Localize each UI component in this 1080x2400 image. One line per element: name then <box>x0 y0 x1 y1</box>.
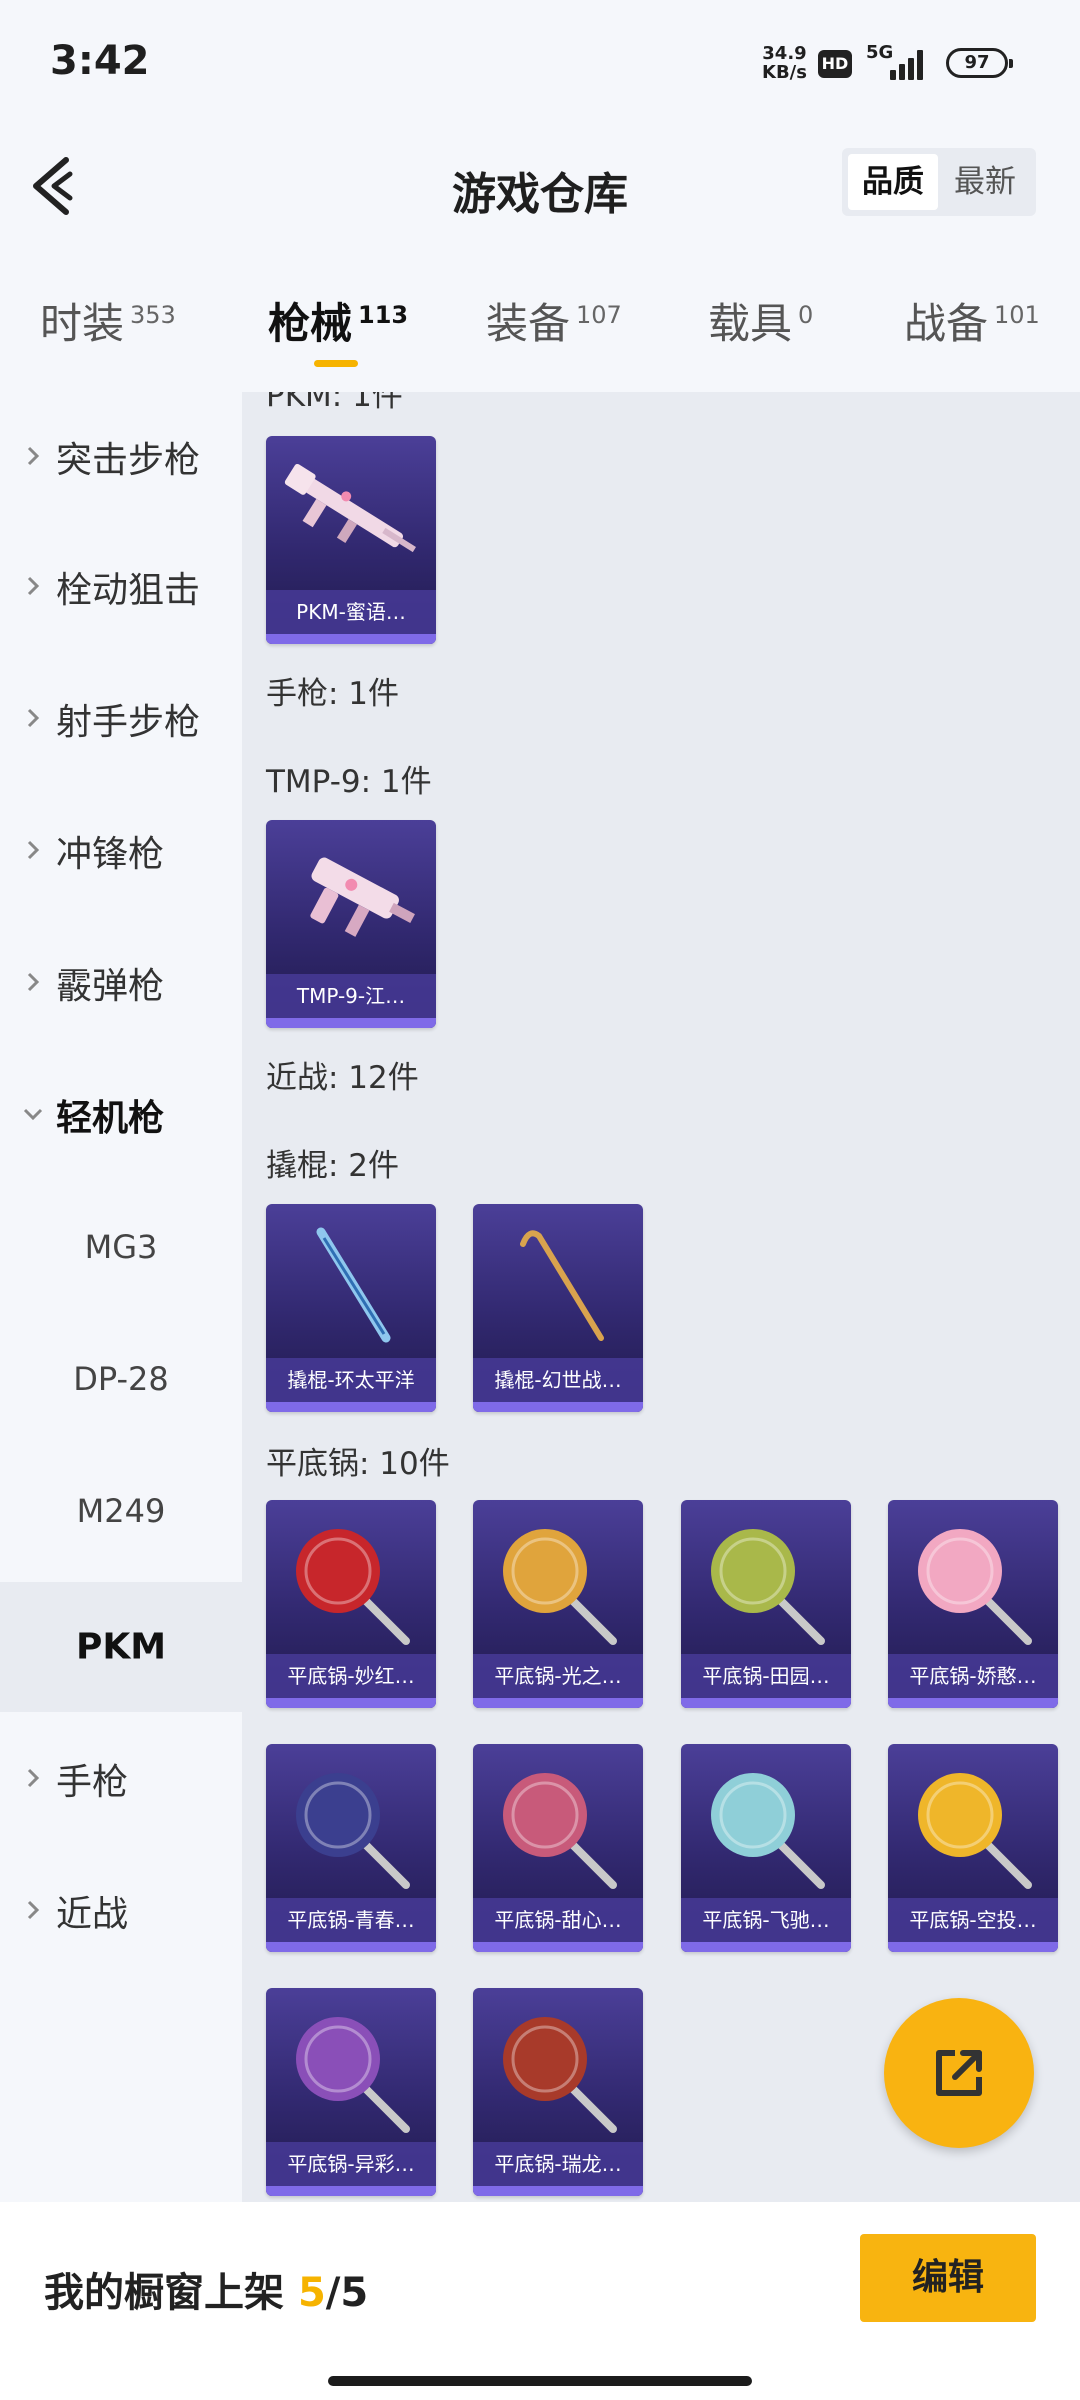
item-card-pan[interactable]: 平底锅-异彩… <box>266 1988 436 2196</box>
pan-image <box>503 2017 617 2133</box>
sidebar-item-shotgun[interactable]: 霰弹枪 <box>0 918 242 1048</box>
crowbar-image <box>520 1230 604 1341</box>
sidebar-subitem-dp28[interactable]: DP-28 <box>0 1314 242 1444</box>
sidebar-subitem-mg3[interactable]: MG3 <box>0 1182 242 1312</box>
chevron-right-icon <box>27 708 40 728</box>
category-tabs: 时装 353 枪械 113 装备 107 载具 0 战备 101 <box>0 262 1080 392</box>
battery-icon: 97 <box>946 48 1013 78</box>
tab-vehicles[interactable]: 载具 0 <box>708 290 813 351</box>
item-card-pan[interactable]: 平底锅-青春… <box>266 1744 436 1952</box>
home-indicator[interactable] <box>328 2376 752 2386</box>
edit-button[interactable]: 编辑 <box>860 2234 1036 2322</box>
chevron-right-icon <box>27 1900 40 1920</box>
chevron-right-icon <box>27 446 40 466</box>
network-speed: 34.9 KB/s <box>762 43 807 83</box>
item-card-pan[interactable]: 平底锅-飞驰… <box>681 1744 851 1952</box>
weapon-category-sidebar: 突击步枪 栓动狙击 射手步枪 冲锋枪 霰弹枪 轻机枪 MG3 DP-28 M24… <box>0 392 242 2202</box>
tab-equipment[interactable]: 装备 107 <box>486 290 622 351</box>
chevron-right-icon <box>27 840 40 860</box>
item-card-crowbar[interactable]: 撬棍-环太平洋 <box>266 1204 436 1412</box>
showcase-total-count: 5 <box>340 2270 369 2316</box>
item-grid: PKM: 1件 PKM-蜜语… 手枪: 1件 TMP-9: 1件 TMP-9-江… <box>242 392 1080 2202</box>
pan-image <box>296 1773 410 1889</box>
tab-guns[interactable]: 枪械 113 <box>268 290 408 351</box>
tmp9-gun-image <box>310 857 415 937</box>
sort-toggle: 品质 最新 <box>842 148 1036 216</box>
sidebar-item-melee[interactable]: 近战 <box>0 1846 242 1976</box>
chevron-down-icon <box>23 1108 43 1121</box>
chevron-right-icon <box>27 1768 40 1788</box>
item-card-pan[interactable]: 平底锅-娇憨… <box>888 1500 1058 1708</box>
sidebar-item-bolt-sniper[interactable]: 栓动狙击 <box>0 522 242 652</box>
item-card-pan[interactable]: 平底锅-田园… <box>681 1500 851 1708</box>
tab-supplies[interactable]: 战备 101 <box>904 290 1040 351</box>
showcase-count-label: 我的橱窗上架 5/5 <box>44 2270 369 2316</box>
sidebar-item-assault-rifle[interactable]: 突击步枪 <box>0 392 242 522</box>
pan-image <box>918 1773 1032 1889</box>
section-title: TMP-9: 1件 <box>266 764 432 800</box>
section-title: 撬棍: 2件 <box>266 1148 400 1184</box>
share-icon <box>936 2050 982 2096</box>
item-card-pan[interactable]: 平底锅-空投… <box>888 1744 1058 1952</box>
sidebar-item-marksman-rifle[interactable]: 射手步枪 <box>0 654 242 784</box>
sort-latest-button[interactable]: 最新 <box>940 154 1030 210</box>
status-time: 3:42 <box>50 38 150 84</box>
chevron-right-icon <box>27 972 40 992</box>
pan-image <box>296 1529 410 1645</box>
item-card-pkm[interactable]: PKM-蜜语… <box>266 436 436 644</box>
sidebar-item-pistol[interactable]: 手枪 <box>0 1714 242 1844</box>
tab-outfits[interactable]: 时装 353 <box>40 290 176 351</box>
showcase-bar: 我的橱窗上架 5/5 编辑 <box>0 2202 1080 2400</box>
hd-badge: HD <box>818 50 852 78</box>
pan-image <box>296 2017 410 2133</box>
item-card-pan[interactable]: 平底锅-妙红… <box>266 1500 436 1708</box>
app-header: 游戏仓库 品质 最新 <box>0 130 1080 250</box>
status-bar: 3:42 34.9 KB/s HD 5G 97 <box>0 0 1080 130</box>
sidebar-subitem-m249[interactable]: M249 <box>0 1446 242 1576</box>
showcase-current-count: 5 <box>297 2270 326 2316</box>
active-tab-indicator <box>314 360 358 367</box>
section-title: PKM: 1件 <box>266 392 403 414</box>
signal-icon <box>890 48 930 80</box>
item-card-pan[interactable]: 平底锅-甜心… <box>473 1744 643 1952</box>
item-card-crowbar[interactable]: 撬棍-幻世战… <box>473 1204 643 1412</box>
sidebar-subitem-pkm[interactable]: PKM <box>0 1582 242 1712</box>
item-card-tmp9[interactable]: TMP-9-江… <box>266 820 436 1028</box>
pan-image <box>503 1773 617 1889</box>
sidebar-item-lmg[interactable]: 轻机枪 <box>0 1050 242 1180</box>
pan-image <box>711 1529 825 1645</box>
share-button[interactable] <box>884 1998 1034 2148</box>
section-title: 近战: 12件 <box>266 1060 419 1096</box>
sidebar-item-smg[interactable]: 冲锋枪 <box>0 786 242 916</box>
pan-image <box>918 1529 1032 1645</box>
crowbar-image <box>316 1227 391 1343</box>
item-card-pan[interactable]: 平底锅-光之… <box>473 1500 643 1708</box>
chevron-right-icon <box>27 576 40 596</box>
pan-image <box>711 1773 825 1889</box>
pan-image <box>503 1529 617 1645</box>
section-title: 平底锅: 10件 <box>266 1446 450 1482</box>
section-title: 手枪: 1件 <box>266 676 400 712</box>
item-card-pan[interactable]: 平底锅-瑞龙… <box>473 1988 643 2196</box>
pkm-gun-image <box>284 463 416 553</box>
sort-quality-button[interactable]: 品质 <box>848 154 938 210</box>
